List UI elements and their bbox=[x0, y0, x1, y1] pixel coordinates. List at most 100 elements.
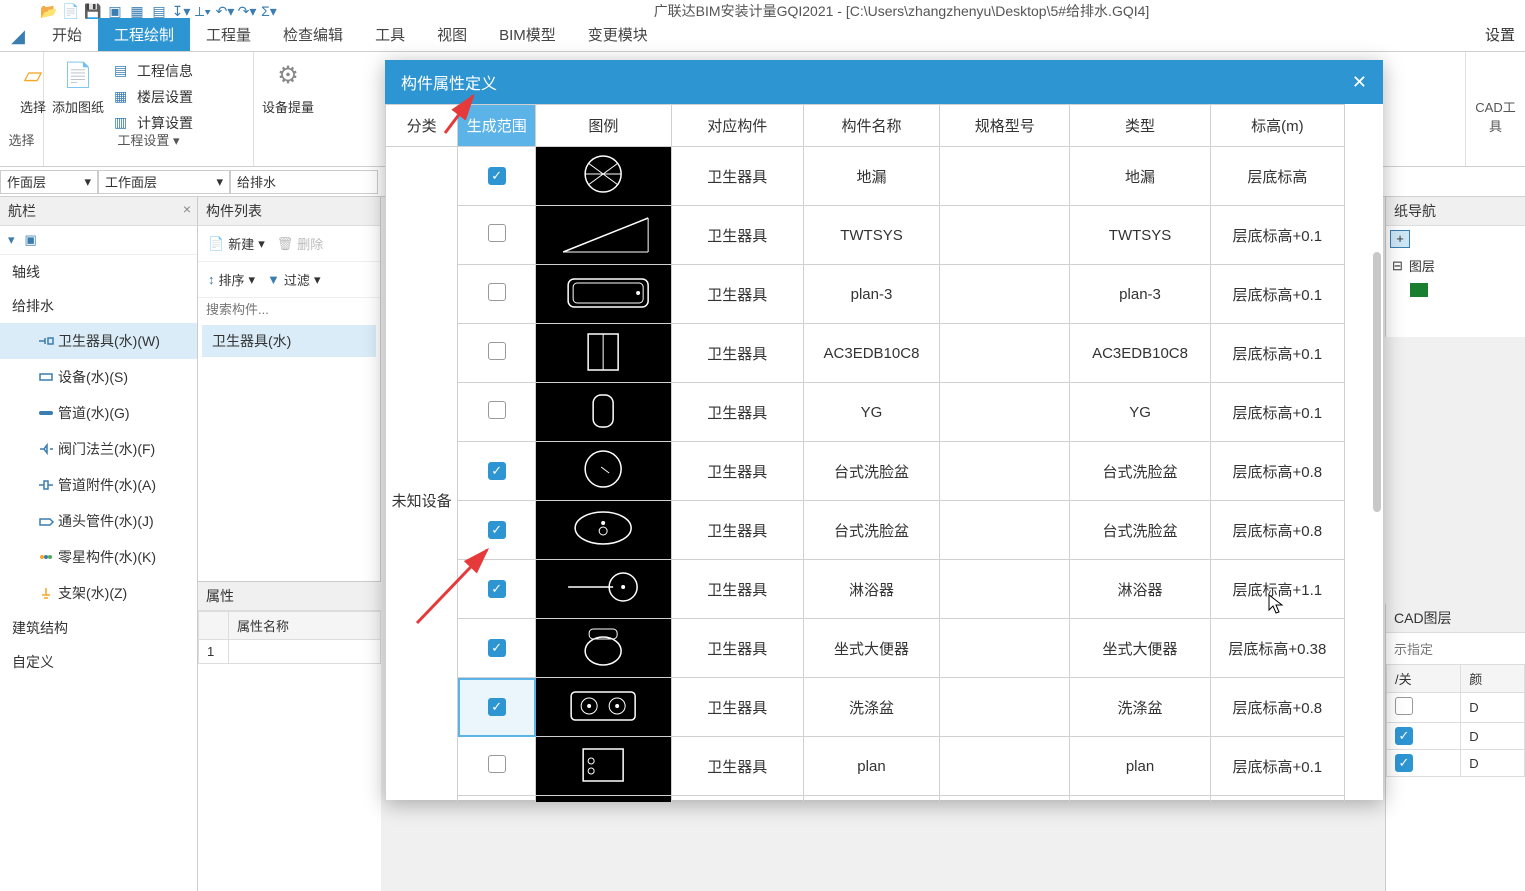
checkbox-cell[interactable]: ✓ bbox=[458, 560, 536, 619]
nav-item-accessory[interactable]: 管道附件(水)(A) bbox=[0, 467, 197, 503]
type-cell[interactable]: 台式洗脸盆 bbox=[1070, 442, 1210, 501]
name-cell[interactable]: plan bbox=[803, 737, 939, 796]
close-icon[interactable]: × bbox=[183, 201, 191, 217]
spec-cell[interactable] bbox=[940, 442, 1070, 501]
col-name[interactable]: 构件名称 bbox=[803, 105, 939, 147]
component-item[interactable]: 卫生器具(水) bbox=[202, 325, 376, 357]
spec-cell[interactable] bbox=[940, 324, 1070, 383]
color-cell[interactable]: D bbox=[1461, 750, 1525, 777]
height-cell[interactable]: 层底标高+0.1 bbox=[1210, 324, 1344, 383]
height-cell[interactable]: 层底标高+0.1 bbox=[1210, 265, 1344, 324]
height-cell[interactable]: 层底标高+0.1 bbox=[1210, 206, 1344, 265]
layer-select-1[interactable]: 工作面层▾ bbox=[98, 170, 230, 194]
checkbox-cell[interactable] bbox=[458, 383, 536, 442]
name-cell[interactable]: plan-3 bbox=[803, 265, 939, 324]
col-range[interactable]: 生成范围 bbox=[458, 105, 536, 147]
nav-item-fitting[interactable]: 通头管件(水)(J) bbox=[0, 503, 197, 539]
component-cell[interactable]: 卫生器具 bbox=[671, 265, 803, 324]
nav-item-support[interactable]: 支架(水)(Z) bbox=[0, 575, 197, 611]
tab-settings[interactable]: 设置 bbox=[1475, 18, 1525, 51]
filter-button[interactable]: ▼过滤▾ bbox=[261, 266, 326, 293]
spec-cell[interactable] bbox=[940, 147, 1070, 206]
component-cell[interactable]: 卫生器具 bbox=[671, 560, 803, 619]
component-cell[interactable]: 卫生器具 bbox=[671, 678, 803, 737]
expand-icon[interactable]: ▣ bbox=[25, 232, 37, 248]
height-cell[interactable]: 层底标高+0.8 bbox=[1210, 501, 1344, 560]
spec-cell[interactable] bbox=[940, 206, 1070, 265]
type-cell[interactable]: 台式洗脸盆 bbox=[1070, 501, 1210, 560]
sort-button[interactable]: ↕排序▾ bbox=[202, 266, 261, 293]
name-cell[interactable]: AC0CA232B5 bbox=[803, 796, 939, 803]
nav-item-valve[interactable]: 阀门法兰(水)(F) bbox=[0, 431, 197, 467]
name-cell[interactable]: 台式洗脸盆 bbox=[803, 442, 939, 501]
search-input[interactable] bbox=[198, 298, 380, 321]
device-quantity-button[interactable]: ⚙设备提量 bbox=[262, 57, 314, 127]
property-cell[interactable] bbox=[229, 640, 381, 664]
nav-group-axis[interactable]: 轴线 bbox=[0, 255, 197, 289]
checkbox-cell[interactable]: ✓ bbox=[458, 442, 536, 501]
spec-cell[interactable] bbox=[940, 560, 1070, 619]
chk-cell[interactable]: ✓ bbox=[1387, 750, 1461, 777]
col-category[interactable]: 分类 bbox=[386, 105, 458, 147]
chk-cell[interactable]: ✓ bbox=[1387, 723, 1461, 750]
component-cell[interactable]: 卫生器具 bbox=[671, 737, 803, 796]
component-cell[interactable]: 卫生器具 bbox=[671, 324, 803, 383]
name-cell[interactable]: 坐式大便器 bbox=[803, 619, 939, 678]
tab-change[interactable]: 变更模块 bbox=[572, 18, 664, 51]
checkbox-cell[interactable]: ✓ bbox=[458, 501, 536, 560]
color-cell[interactable]: D bbox=[1461, 723, 1525, 750]
checkbox-cell[interactable] bbox=[458, 206, 536, 265]
delete-button[interactable]: 🗑删除 bbox=[271, 230, 330, 257]
dialog-title-bar[interactable]: 构件属性定义 ✕ bbox=[385, 60, 1383, 104]
name-cell[interactable]: 淋浴器 bbox=[803, 560, 939, 619]
component-cell[interactable]: 卫生器具 bbox=[671, 501, 803, 560]
close-icon[interactable]: ✕ bbox=[1352, 72, 1367, 93]
checkbox-cell[interactable] bbox=[458, 796, 536, 803]
nav-group-water[interactable]: 给排水 bbox=[0, 289, 197, 323]
component-cell[interactable]: 卫生器具 bbox=[671, 442, 803, 501]
chk-cell[interactable] bbox=[1387, 693, 1461, 723]
checkbox-cell[interactable] bbox=[458, 737, 536, 796]
spec-cell[interactable] bbox=[940, 619, 1070, 678]
tab-check[interactable]: 检查编辑 bbox=[267, 18, 359, 51]
type-cell[interactable]: TWTSYS bbox=[1070, 206, 1210, 265]
component-cell[interactable]: 卫生器具 bbox=[671, 206, 803, 265]
height-cell[interactable]: 层底标高+0.8 bbox=[1210, 442, 1344, 501]
name-cell[interactable]: 洗涤盆 bbox=[803, 678, 939, 737]
new-button[interactable]: 📄新建▾ bbox=[202, 230, 271, 257]
component-cell[interactable]: 卫生器具 bbox=[671, 619, 803, 678]
tab-draw[interactable]: 工程绘制 bbox=[98, 18, 190, 51]
col-type[interactable]: 类型 bbox=[1070, 105, 1210, 147]
type-cell[interactable]: 地漏 bbox=[1070, 147, 1210, 206]
nav-group-struct[interactable]: 建筑结构 bbox=[0, 611, 197, 645]
type-cell[interactable]: 洗涤盆 bbox=[1070, 678, 1210, 737]
height-cell[interactable]: 层底标高+0.38 bbox=[1210, 619, 1344, 678]
collapse-icon[interactable]: ▾ bbox=[8, 232, 15, 248]
nav-item-device[interactable]: 设备(水)(S) bbox=[0, 359, 197, 395]
tab-quantity[interactable]: 工程量 bbox=[190, 18, 267, 51]
nav-item-pipe[interactable]: 管道(水)(G) bbox=[0, 395, 197, 431]
col-component[interactable]: 对应构件 bbox=[671, 105, 803, 147]
component-cell[interactable]: 卫生器具 bbox=[671, 383, 803, 442]
project-info-button[interactable]: ▤工程信息 bbox=[114, 61, 193, 81]
height-cell[interactable]: 层底标高+0.1 bbox=[1210, 796, 1344, 803]
nav-item-misc[interactable]: 零星构件(水)(K) bbox=[0, 539, 197, 575]
type-cell[interactable]: plan-3 bbox=[1070, 265, 1210, 324]
scrollbar[interactable] bbox=[1373, 252, 1381, 512]
component-cell[interactable]: 卫生器具 bbox=[671, 796, 803, 803]
spec-cell[interactable] bbox=[940, 501, 1070, 560]
color-cell[interactable]: D bbox=[1461, 693, 1525, 723]
tab-view[interactable]: 视图 bbox=[421, 18, 483, 51]
col-height[interactable]: 标高(m) bbox=[1210, 105, 1344, 147]
app-icon[interactable]: ◢ bbox=[0, 21, 36, 51]
spec-cell[interactable] bbox=[940, 737, 1070, 796]
tab-start[interactable]: 开始 bbox=[36, 18, 98, 51]
checkbox-cell[interactable]: ✓ bbox=[458, 678, 536, 737]
tab-bim[interactable]: BIM模型 bbox=[483, 18, 572, 51]
nav-group-custom[interactable]: 自定义 bbox=[0, 645, 197, 679]
floor-settings-button[interactable]: ▦楼层设置 bbox=[114, 87, 193, 107]
name-cell[interactable]: AC3EDB10C8 bbox=[803, 324, 939, 383]
spec-cell[interactable] bbox=[940, 265, 1070, 324]
type-cell[interactable]: YG bbox=[1070, 383, 1210, 442]
type-cell[interactable]: 坐式大便器 bbox=[1070, 619, 1210, 678]
